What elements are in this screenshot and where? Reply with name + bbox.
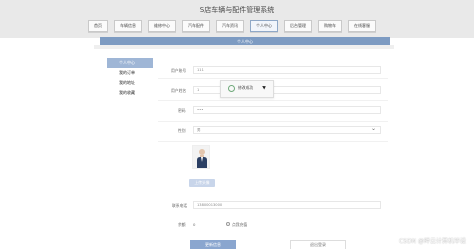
nav-vehicle-button[interactable]: 车辆信息 xyxy=(114,20,142,32)
avatar xyxy=(192,145,210,169)
name-label: 用户姓名 xyxy=(171,88,187,93)
nav-profile-button[interactable]: 个人中心 xyxy=(250,20,278,32)
nav-parts-button[interactable]: 汽车配件 xyxy=(182,20,210,32)
logout-button[interactable]: 退出登录 xyxy=(290,240,346,249)
row-divider xyxy=(158,100,388,101)
recharge-radio[interactable] xyxy=(226,222,230,226)
nav-news-button[interactable]: 汽车资讯 xyxy=(216,20,244,32)
sidebar-item-profile[interactable]: 个人中心 xyxy=(107,58,153,68)
nav-admin-button[interactable]: 后台管理 xyxy=(284,20,312,32)
gender-label: 性别 xyxy=(178,128,186,133)
top-nav: 首页 车辆信息 维修中心 汽车配件 汽车资讯 个人中心 后台管理 购物车 在线客… xyxy=(88,20,376,32)
row-divider xyxy=(158,121,388,122)
recharge-link[interactable]: 点我充值 xyxy=(232,222,247,228)
phone-field[interactable]: 13800013000 xyxy=(193,201,381,209)
sidebar-item-favorites[interactable]: 我的收藏 xyxy=(107,88,153,98)
row-divider xyxy=(158,141,388,142)
username-field[interactable]: 111 xyxy=(193,66,381,74)
balance-value: 0 xyxy=(193,222,196,227)
balance-label: 余额 xyxy=(178,222,186,227)
password-label: 密码 xyxy=(178,108,186,113)
sidebar-item-addresses[interactable]: 我的地址 xyxy=(107,78,153,88)
nav-support-button[interactable]: 在线客服 xyxy=(348,20,376,32)
nav-repair-button[interactable]: 维修中心 xyxy=(148,20,176,32)
row-divider xyxy=(158,78,388,79)
section-divider xyxy=(94,45,394,49)
watermark-text: CSDN @畔云计算机毕设 xyxy=(398,238,466,245)
update-info-button[interactable]: 更新信息 xyxy=(190,240,236,249)
gender-select[interactable]: 男 xyxy=(193,126,381,134)
nav-home-button[interactable]: 首页 xyxy=(88,20,108,32)
success-toast: 修改成功 xyxy=(220,80,274,98)
upload-avatar-button[interactable]: 上传头像 xyxy=(189,179,215,187)
sidebar-item-orders[interactable]: 我的订单 xyxy=(107,68,153,78)
app-title: S店车辆与配件管理系统 xyxy=(199,6,275,14)
app-window: S店车辆与配件管理系统 首页 车辆信息 维修中心 汽车配件 汽车资讯 个人中心 … xyxy=(0,0,474,249)
username-label: 用户账号 xyxy=(171,68,187,73)
password-field[interactable]: ••• xyxy=(193,106,381,114)
toast-message: 修改成功 xyxy=(238,85,254,90)
avatar-photo xyxy=(193,146,209,168)
phone-label: 联系电话 xyxy=(172,203,188,208)
profile-sidebar: 个人中心 我的订单 我的地址 我的收藏 xyxy=(107,58,153,98)
nav-cart-button[interactable]: 购物车 xyxy=(318,20,342,32)
smile-icon xyxy=(228,85,235,92)
